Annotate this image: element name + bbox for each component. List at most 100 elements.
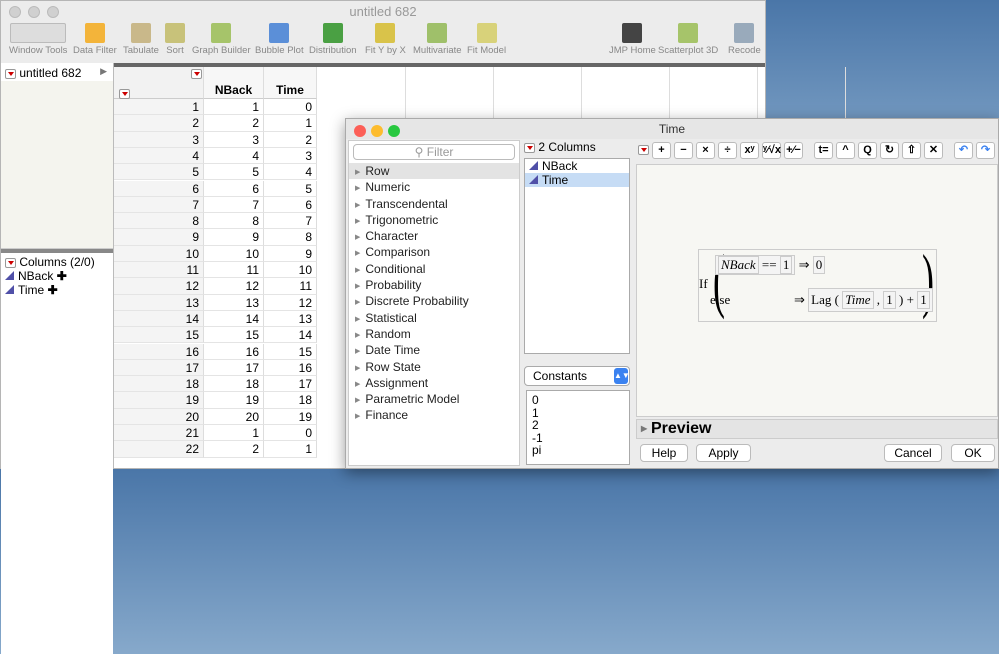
formula-button[interactable]: ↷ [976, 141, 995, 159]
help-button[interactable]: Help [640, 444, 688, 462]
column-item[interactable]: Time ✚ [5, 283, 109, 297]
formula-button[interactable]: ↻ [880, 141, 899, 159]
row-number[interactable]: 11 [114, 262, 204, 279]
cancel-button[interactable]: Cancel [884, 444, 942, 462]
function-category[interactable]: Probability [349, 277, 519, 293]
formula-expression[interactable]: If ( ) NBack == 1 ⇒ 0 else ⇒ Lag ( Time … [698, 244, 937, 322]
constant-item[interactable]: 1 [532, 406, 629, 420]
table-row[interactable]: 110 [114, 99, 317, 116]
cell-nback[interactable]: 14 [204, 310, 264, 328]
cell-nback[interactable]: 2 [204, 115, 264, 132]
cell-time[interactable]: 6 [264, 196, 317, 214]
cell-nback[interactable]: 7 [204, 196, 264, 214]
graph-builder-button[interactable]: Graph Builder [192, 23, 251, 56]
formula-button[interactable]: ✕ [924, 141, 943, 159]
cell-nback[interactable]: 18 [204, 376, 264, 393]
row-number[interactable]: 15 [114, 327, 204, 344]
fit-model-button[interactable]: Fit Model [467, 23, 506, 56]
cell-nback[interactable]: 1 [204, 425, 264, 442]
table-menu-icon[interactable] [5, 68, 16, 79]
row-number[interactable]: 17 [114, 359, 204, 377]
cell-nback[interactable]: 5 [204, 164, 264, 181]
distribution-button[interactable]: Distribution [309, 23, 357, 56]
cell-nback[interactable]: 10 [204, 245, 264, 262]
cell-nback[interactable]: 13 [204, 294, 264, 311]
cell-time[interactable]: 18 [264, 392, 317, 409]
cell-nback[interactable]: 8 [204, 213, 264, 230]
formula-button[interactable]: t= [814, 141, 833, 159]
minimize-button[interactable] [371, 125, 383, 137]
column-item-nback[interactable]: NBack [525, 159, 629, 173]
cell-time[interactable]: 0 [264, 425, 317, 442]
cell-nback[interactable]: 4 [204, 147, 264, 165]
cell-nback[interactable]: 11 [204, 262, 264, 279]
row-number[interactable]: 21 [114, 425, 204, 442]
cell-nback[interactable]: 3 [204, 131, 264, 148]
table-row[interactable]: 221 [114, 115, 317, 132]
row-number[interactable]: 7 [114, 196, 204, 214]
cond-value[interactable]: 1 [779, 256, 793, 274]
constant-item[interactable]: -1 [532, 431, 629, 445]
row-number[interactable]: 16 [114, 343, 204, 360]
cell-time[interactable]: 5 [264, 180, 317, 197]
function-category[interactable]: Row [349, 163, 519, 180]
scatterplot-3d-button[interactable]: Scatterplot 3D [658, 23, 718, 56]
row-number[interactable]: 20 [114, 408, 204, 425]
formula-area[interactable]: If ( ) NBack == 1 ⇒ 0 else ⇒ Lag ( Time … [636, 164, 998, 417]
row-number[interactable]: 3 [114, 131, 204, 148]
if-function[interactable]: If [699, 276, 708, 292]
add-value[interactable]: 1 [917, 291, 930, 309]
cell-time[interactable]: 12 [264, 294, 317, 311]
fit-y-by-x-button[interactable]: Fit Y by X [365, 23, 406, 56]
cell-time[interactable]: 3 [264, 147, 317, 165]
cell-time[interactable]: 1 [264, 115, 317, 132]
sort-button[interactable]: Sort [165, 23, 185, 56]
table-row[interactable]: 332 [114, 131, 317, 148]
table-row[interactable]: 13 13 12 [114, 294, 317, 311]
columns-menu-icon[interactable] [5, 257, 16, 268]
table-row[interactable]: 14 14 13 [114, 310, 317, 328]
function-category[interactable]: Numeric [349, 179, 519, 195]
row-number[interactable]: 8 [114, 213, 204, 230]
formula-button[interactable]: ʸ⁄√x [762, 141, 781, 159]
function-category[interactable]: Trigonometric [349, 212, 519, 228]
cell-time[interactable]: 7 [264, 213, 317, 230]
formula-button[interactable]: × [696, 141, 715, 159]
formula-button[interactable]: +⁄− [784, 141, 803, 159]
column-item-time[interactable]: Time [525, 173, 629, 187]
row-number[interactable]: 12 [114, 278, 204, 295]
minimize-button[interactable] [28, 6, 40, 18]
formula-button[interactable]: ÷ [718, 141, 737, 159]
zoom-button[interactable] [388, 125, 400, 137]
row-number[interactable]: 9 [114, 229, 204, 246]
row-number[interactable]: 18 [114, 376, 204, 393]
jmp-home-button[interactable]: JMP Home [609, 23, 656, 56]
ok-button[interactable]: OK [951, 444, 995, 462]
cell-time[interactable]: 1 [264, 441, 317, 458]
constant-item[interactable]: pi [532, 444, 629, 457]
recode-button[interactable]: Recode [728, 23, 761, 56]
expand-arrow-icon[interactable]: ▶ [100, 66, 107, 77]
formula-button[interactable]: + [652, 141, 671, 159]
cell-time[interactable]: 11 [264, 278, 317, 295]
cell-time[interactable]: 9 [264, 245, 317, 262]
row-number[interactable]: 2 [114, 115, 204, 132]
cell-time[interactable]: 8 [264, 229, 317, 246]
cell-time[interactable]: 19 [264, 408, 317, 425]
table-row[interactable]: 20 20 19 [114, 408, 317, 425]
formula-menu-icon[interactable] [638, 145, 649, 155]
table-row[interactable]: 22 2 1 [114, 441, 317, 458]
row-number[interactable]: 6 [114, 180, 204, 197]
data-filter-button[interactable]: Data Filter [73, 23, 117, 56]
column-header-nback[interactable]: NBack [204, 67, 264, 99]
function-category[interactable]: Transcendental [349, 196, 519, 212]
row-number[interactable]: 4 [114, 147, 204, 165]
table-row[interactable]: 12 12 11 [114, 278, 317, 295]
row-number[interactable]: 1 [114, 99, 204, 116]
table-row[interactable]: 554 [114, 164, 317, 181]
formula-button[interactable]: ^ [836, 141, 855, 159]
function-category[interactable]: Random [349, 326, 519, 342]
formula-button[interactable]: ⇧ [902, 141, 921, 159]
function-category[interactable]: Parametric Model [349, 391, 519, 407]
table-row[interactable]: 16 16 15 [114, 343, 317, 360]
